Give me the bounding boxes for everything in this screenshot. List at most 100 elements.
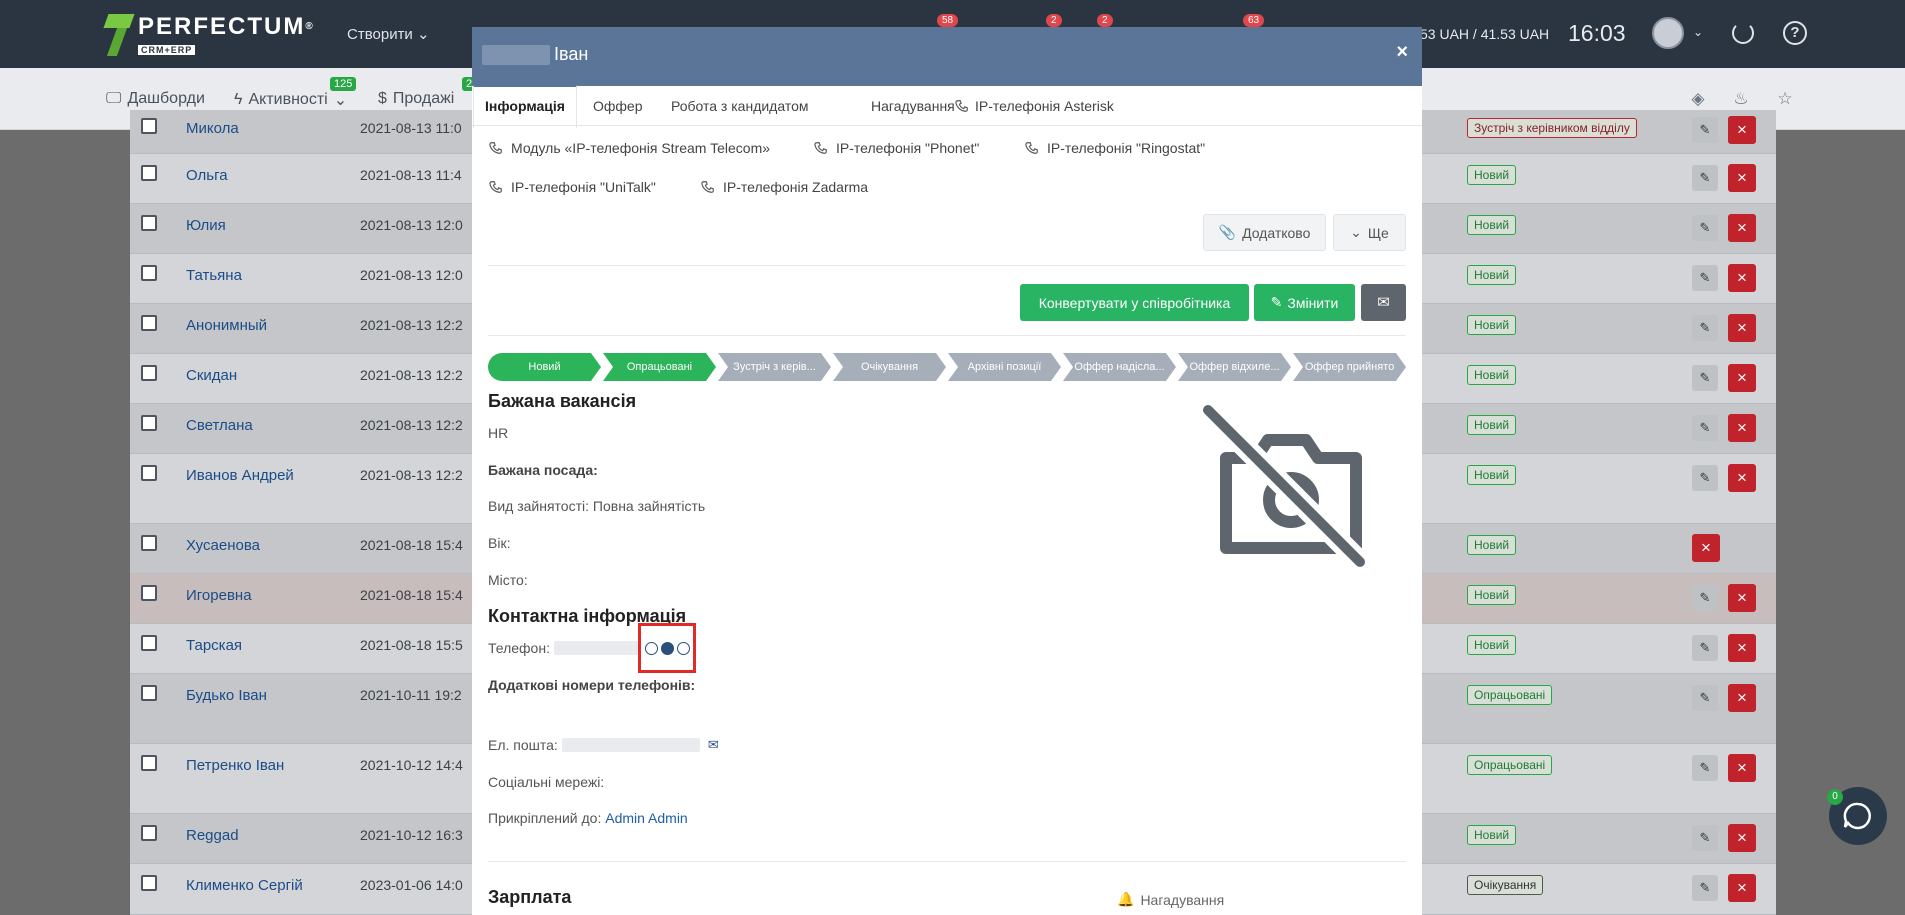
status-badge[interactable]: Новий [1467, 165, 1517, 185]
stage-waiting[interactable]: Очікування [833, 353, 946, 381]
tab-offer[interactable]: Оффер [593, 98, 643, 114]
pencil-icon[interactable]: ✎ [1692, 585, 1718, 611]
status-badge[interactable]: Новий [1467, 535, 1517, 555]
candidate-name[interactable]: Микола [186, 120, 239, 137]
status-badge[interactable]: Новий [1467, 315, 1517, 335]
delete-button[interactable]: × [1728, 414, 1756, 442]
pencil-icon[interactable]: ✎ [1692, 315, 1718, 341]
status-badge[interactable]: Новий [1467, 825, 1517, 845]
create-menu[interactable]: Створити ⌄ [347, 25, 430, 43]
fire-icon[interactable]: ♨ [1731, 89, 1751, 109]
tab-zadarma[interactable]: IP-телефонія Zadarma [701, 179, 868, 195]
logo[interactable]: PERFECTUM® CRM+ERP [106, 14, 315, 56]
nav-activity[interactable]: ϟ Активності ⌄ [234, 90, 347, 110]
tab-ringostat[interactable]: IP-телефонія "Ringostat" [1025, 140, 1205, 156]
status-badge[interactable]: Зустріч з керівником відділу [1467, 118, 1637, 138]
convert-to-employee-button[interactable]: Конвертувати у співробітника [1020, 284, 1249, 321]
candidate-name[interactable]: Reggad [186, 827, 239, 844]
status-badge[interactable]: Новий [1467, 215, 1517, 235]
candidate-name[interactable]: Юлия [186, 217, 226, 234]
row-checkbox[interactable] [141, 535, 157, 551]
status-badge[interactable]: Новий [1467, 415, 1517, 435]
close-icon[interactable]: × [1396, 41, 1408, 64]
email-button[interactable]: ✉ [1361, 284, 1406, 321]
candidate-name[interactable]: Хусаенова [186, 537, 260, 554]
candidate-name[interactable]: Клименко Сергій [186, 877, 303, 894]
delete-button[interactable]: × [1728, 874, 1756, 902]
row-checkbox[interactable] [141, 215, 157, 231]
tab-unitalk[interactable]: IP-телефонія "UniTalk" [489, 179, 656, 195]
stage-offer-rejected[interactable]: Оффер відхиле... [1178, 353, 1291, 381]
delete-button[interactable]: × [1728, 364, 1756, 392]
nav-sales[interactable]: $ Продажі [378, 90, 454, 108]
tab-asterisk[interactable]: IP-телефонія Asterisk [955, 98, 1114, 114]
pencil-icon[interactable]: ✎ [1692, 465, 1718, 491]
stage-offer-accepted[interactable]: Оффер прийнято [1293, 353, 1406, 381]
stage-manager-meeting[interactable]: Зустріч з керів... [718, 353, 831, 381]
pencil-icon[interactable]: ✎ [1692, 635, 1718, 661]
power-icon[interactable] [1732, 22, 1754, 44]
row-checkbox[interactable] [141, 685, 157, 701]
row-checkbox[interactable] [141, 165, 157, 181]
delete-button[interactable]: × [1728, 116, 1756, 144]
delete-button[interactable]: × [1728, 264, 1756, 292]
pencil-icon[interactable]: ✎ [1692, 215, 1718, 241]
delete-button[interactable]: × [1728, 214, 1756, 242]
delete-button[interactable]: × [1692, 534, 1720, 562]
pencil-icon[interactable]: ✎ [1692, 875, 1718, 901]
row-checkbox[interactable] [141, 365, 157, 381]
edit-button[interactable]: ✎ Змінити [1254, 284, 1355, 321]
row-checkbox[interactable] [141, 875, 157, 891]
star-icon[interactable]: ☆ [1775, 89, 1795, 109]
row-checkbox[interactable] [141, 465, 157, 481]
status-badge[interactable]: Новий [1467, 585, 1517, 605]
pencil-icon[interactable]: ✎ [1692, 265, 1718, 291]
candidate-name[interactable]: Игоревна [186, 587, 252, 604]
layers-icon[interactable]: ◈ [1688, 89, 1708, 109]
candidate-name[interactable]: Ольга [186, 167, 228, 184]
row-checkbox[interactable] [141, 825, 157, 841]
status-badge[interactable]: Новий [1467, 635, 1517, 655]
envelope-icon[interactable]: ✉ [708, 737, 719, 753]
nav-dashboards[interactable]: 🖵 Дашборди [106, 90, 205, 108]
delete-button[interactable]: × [1728, 464, 1756, 492]
stage-archive[interactable]: Архівні позиції [948, 353, 1061, 381]
delete-button[interactable]: × [1728, 684, 1756, 712]
stage-processed[interactable]: Опрацьовані [603, 353, 716, 381]
attached-user-link[interactable]: Admin Admin [605, 810, 687, 826]
candidate-name[interactable]: Светлана [186, 417, 253, 434]
status-badge[interactable]: Опрацьовані [1467, 755, 1553, 775]
pencil-icon[interactable]: ✎ [1692, 365, 1718, 391]
tab-phonet[interactable]: IP-телефонія "Phonet" [814, 140, 979, 156]
tab-reminders[interactable]: Нагадування [871, 98, 955, 114]
status-badge[interactable]: Опрацьовані [1467, 685, 1553, 705]
user-avatar[interactable] [1652, 17, 1684, 49]
help-icon[interactable]: ? [1783, 21, 1807, 45]
pencil-icon[interactable]: ✎ [1692, 415, 1718, 441]
tab-stream-telecom[interactable]: Модуль «IP-телефонія Stream Telecom» [489, 140, 770, 156]
extra-button[interactable]: 📎 Додатково [1203, 214, 1326, 251]
delete-button[interactable]: × [1728, 754, 1756, 782]
tab-information[interactable]: Інформація [473, 85, 577, 128]
candidate-name[interactable]: Петренко Іван [186, 757, 284, 774]
row-checkbox[interactable] [141, 585, 157, 601]
status-badge[interactable]: Новий [1467, 365, 1517, 385]
reminder-link[interactable]: 🔔 Нагадування [1117, 891, 1224, 908]
delete-button[interactable]: × [1728, 164, 1756, 192]
delete-button[interactable]: × [1728, 824, 1756, 852]
tab-candidate-work[interactable]: Робота з кандидатом [671, 98, 809, 114]
status-badge[interactable]: Очікування [1467, 875, 1544, 895]
status-badge[interactable]: Новий [1467, 265, 1517, 285]
pencil-icon[interactable]: ✎ [1692, 117, 1718, 143]
chevron-down-icon[interactable]: ⌄ [1693, 25, 1703, 39]
row-checkbox[interactable] [141, 635, 157, 651]
stage-new[interactable]: Новий [488, 353, 601, 381]
row-checkbox[interactable] [141, 118, 157, 134]
more-button[interactable]: ⌄ Ще [1333, 214, 1406, 251]
row-checkbox[interactable] [141, 315, 157, 331]
row-checkbox[interactable] [141, 755, 157, 771]
delete-button[interactable]: × [1728, 314, 1756, 342]
candidate-name[interactable]: Иванов Андрей [186, 467, 294, 484]
status-badge[interactable]: Новий [1467, 465, 1517, 485]
row-checkbox[interactable] [141, 265, 157, 281]
